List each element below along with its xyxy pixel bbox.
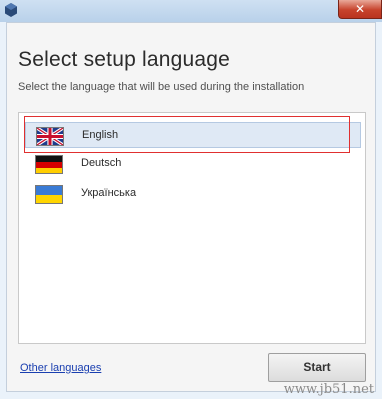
page-subtitle: Select the language that will be used du…	[18, 81, 305, 93]
app-icon	[5, 3, 17, 17]
language-label: Українська	[81, 187, 137, 199]
start-button[interactable]: Start	[268, 353, 366, 382]
page-title: Select setup language	[18, 48, 231, 71]
germany-flag-icon	[35, 155, 63, 174]
watermark: www.jb51.net	[283, 382, 374, 397]
language-label: Deutsch	[81, 157, 122, 169]
language-item-deutsch[interactable]: Deutsch	[25, 151, 361, 177]
window-titlebar[interactable]: ✕	[0, 0, 382, 23]
other-languages-link[interactable]: Other languages	[20, 362, 101, 374]
ukraine-flag-icon	[35, 185, 63, 204]
selection-highlight-box	[24, 116, 350, 153]
close-button[interactable]: ✕	[338, 0, 382, 19]
language-item-ukrainian[interactable]: Українська	[25, 181, 361, 207]
